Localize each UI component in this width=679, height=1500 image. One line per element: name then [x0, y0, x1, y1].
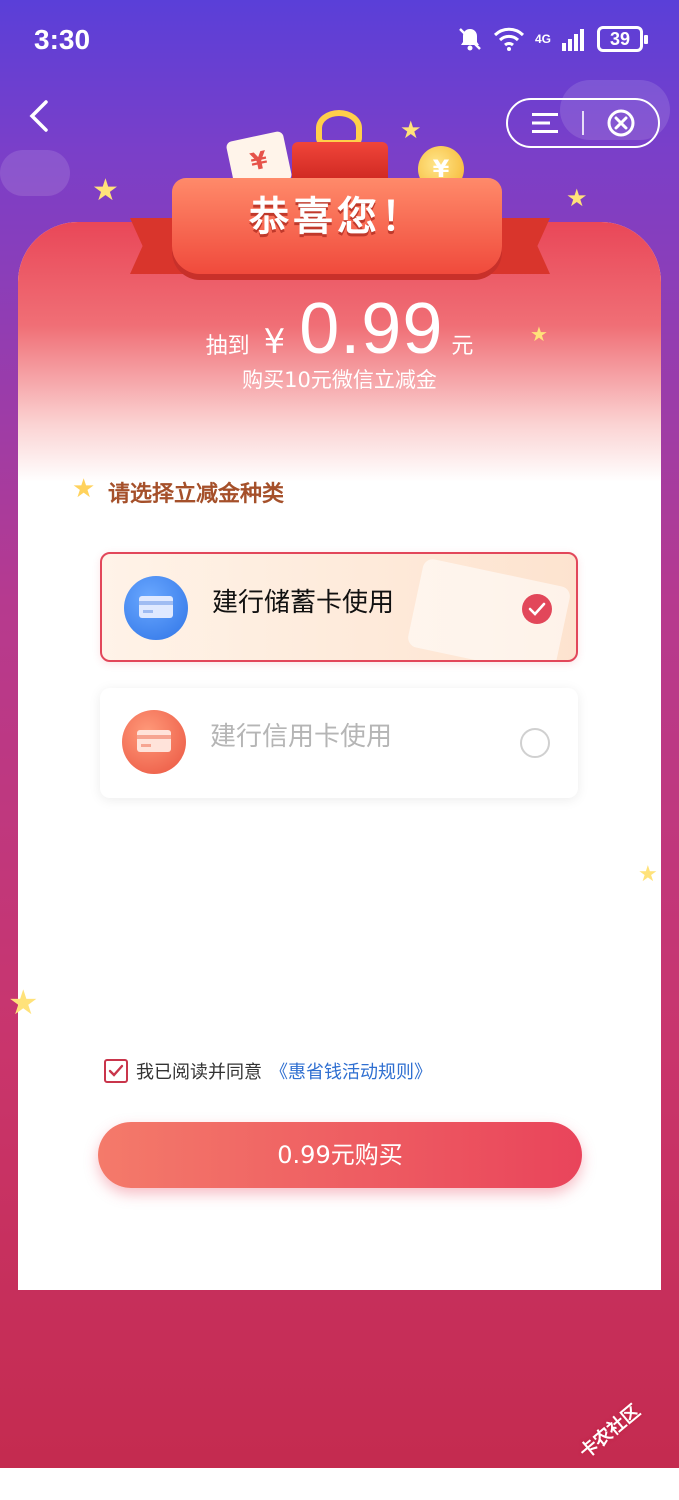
- back-button[interactable]: [22, 96, 58, 136]
- rules-link[interactable]: 《惠省钱活动规则》: [270, 1058, 432, 1084]
- star-icon: ★: [400, 116, 422, 144]
- prize-amount: 0.99: [299, 289, 444, 369]
- cloud-decoration: [0, 150, 70, 196]
- star-icon: ★: [566, 184, 588, 212]
- red-card-icon: [122, 710, 186, 774]
- radio-checked[interactable]: [522, 594, 552, 624]
- battery-icon: 39: [597, 26, 648, 52]
- prize-prefix: 抽到: [205, 334, 250, 359]
- star-icon: ★: [530, 322, 548, 346]
- gift-bow-decoration: [316, 110, 362, 146]
- agreement-checkbox[interactable]: [104, 1059, 128, 1083]
- mute-bell-icon: [457, 26, 483, 52]
- close-circle-icon: [607, 109, 635, 137]
- agreement-row: 我已阅读并同意 《惠省钱活动规则》: [104, 1058, 432, 1084]
- prize-line: 抽到 ¥ 0.99 元: [18, 288, 661, 370]
- option-label: 建行储蓄卡使用: [212, 588, 395, 618]
- check-icon: [108, 1064, 124, 1077]
- congrats-ribbon: ¥ ¥ 恭喜您！: [120, 100, 560, 290]
- network-label: 4G: [534, 32, 551, 46]
- option-debit-card[interactable]: 建行储蓄卡使用: [100, 552, 578, 662]
- star-icon: ★: [638, 862, 658, 887]
- signal-icon: [561, 27, 587, 51]
- blue-card-icon: [124, 576, 188, 640]
- prize-subtitle: 购买10元微信立减金: [242, 368, 437, 392]
- prize-unit: 元: [451, 334, 474, 359]
- congrats-title: 恭喜您！: [249, 194, 425, 240]
- option-label: 建行信用卡使用: [210, 722, 393, 752]
- section-title: 请选择立减金种类: [108, 482, 285, 507]
- close-button[interactable]: [584, 100, 658, 146]
- bottom-strip: [0, 1468, 679, 1500]
- agreement-text: 我已阅读并同意: [136, 1062, 262, 1083]
- wifi-icon: [493, 27, 525, 51]
- star-icon: ★: [8, 983, 39, 1023]
- status-bar: 3:30 4G 39: [0, 0, 679, 84]
- status-icons: 4G 39: [457, 26, 648, 52]
- radio-unchecked[interactable]: [520, 728, 550, 758]
- star-icon: ★: [72, 474, 96, 504]
- check-icon: [528, 602, 546, 616]
- status-time: 3:30: [34, 24, 91, 55]
- prize-currency: ¥: [263, 322, 286, 362]
- star-icon: ★: [92, 173, 119, 208]
- back-chevron-icon: [29, 100, 48, 132]
- option-credit-card[interactable]: 建行信用卡使用: [100, 688, 578, 798]
- buy-button[interactable]: 0.99元购买: [98, 1122, 582, 1188]
- prize-card: 抽到 ¥ 0.99 元 购买10元微信立减金 ★ 请选择立减金种类 建行储蓄卡使…: [18, 222, 661, 1290]
